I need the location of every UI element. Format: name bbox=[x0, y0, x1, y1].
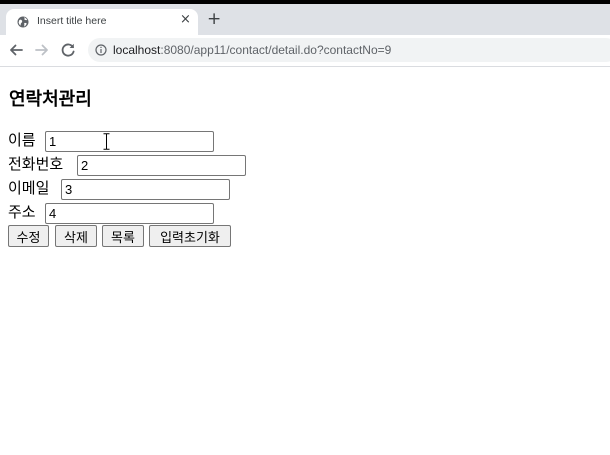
phone-input[interactable] bbox=[77, 155, 246, 176]
globe-icon bbox=[17, 16, 29, 28]
browser-toolbar: localhost:8080/app11/contact/detail.do?c… bbox=[0, 35, 610, 67]
arrow-left-icon[interactable] bbox=[7, 41, 25, 59]
page-content: 연락처관리 이름 전화번호 이메일 주소 수정 삭제 목록 입력초기화 bbox=[0, 67, 610, 455]
name-input[interactable] bbox=[45, 131, 214, 152]
reset-button[interactable]: 입력초기화 bbox=[149, 225, 231, 247]
arrow-right-icon[interactable] bbox=[33, 41, 51, 59]
address-input[interactable] bbox=[45, 203, 214, 224]
tab-title: Insert title here bbox=[37, 15, 107, 27]
new-tab-button[interactable]: + bbox=[207, 11, 221, 28]
info-icon[interactable] bbox=[95, 44, 107, 56]
browser-tab[interactable]: Insert title here × bbox=[6, 9, 198, 35]
phone-label: 전화번호 bbox=[8, 155, 64, 173]
name-label: 이름 bbox=[8, 131, 36, 149]
email-label: 이메일 bbox=[8, 179, 50, 197]
tab-close-button[interactable]: × bbox=[180, 12, 191, 27]
delete-button[interactable]: 삭제 bbox=[55, 225, 97, 247]
url-path: :8080/app11/contact/detail.do?contactNo=… bbox=[160, 43, 392, 57]
url-host: localhost bbox=[113, 43, 161, 57]
tab-bar: Insert title here × + bbox=[0, 4, 610, 35]
url-text[interactable]: localhost:8080/app11/contact/detail.do?c… bbox=[113, 43, 391, 57]
list-button[interactable]: 목록 bbox=[102, 225, 144, 247]
reload-icon[interactable] bbox=[59, 41, 77, 59]
page-title: 연락처관리 bbox=[9, 89, 92, 110]
update-button[interactable]: 수정 bbox=[8, 225, 49, 247]
address-bar[interactable]: localhost:8080/app11/contact/detail.do?c… bbox=[88, 38, 610, 62]
text-cursor-icon bbox=[103, 133, 110, 150]
address-label: 주소 bbox=[8, 203, 36, 221]
email-input[interactable] bbox=[61, 179, 230, 200]
